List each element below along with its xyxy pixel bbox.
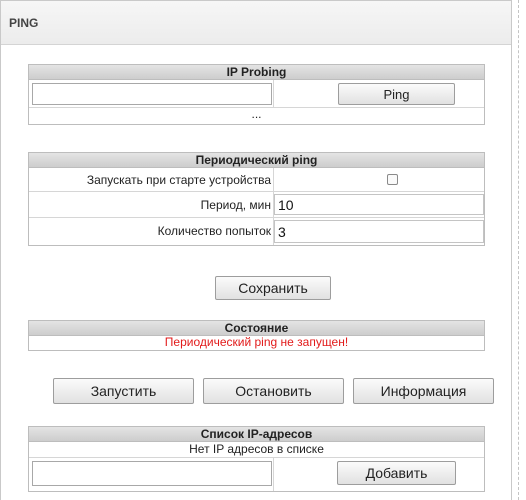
info-button[interactable]: Информация <box>353 378 494 404</box>
attempts-cell <box>273 218 484 245</box>
start-on-boot-cell <box>273 168 484 191</box>
start-on-boot-row: Запускать при старте устройства <box>29 168 484 192</box>
ip-list-header: Список IP-адресов <box>29 427 484 442</box>
ping-button[interactable]: Ping <box>338 83 455 105</box>
ip-probing-button-cell: Ping <box>273 80 484 107</box>
attempts-row: Количество попыток <box>29 218 484 245</box>
start-on-boot-label: Запускать при старте устройства <box>86 173 271 187</box>
status-text: Периодический ping не запущен! <box>164 335 349 349</box>
start-on-boot-checkbox[interactable] <box>387 174 398 185</box>
ip-probing-address-cell <box>29 80 273 107</box>
ip-probing-result-row: ... <box>29 108 484 124</box>
ip-probing-address-input[interactable] <box>32 83 272 105</box>
status-panel: Состояние Периодический ping не запущен! <box>28 320 485 351</box>
period-cell <box>273 192 484 217</box>
start-button[interactable]: Запустить <box>53 378 194 404</box>
periodic-ping-panel: Периодический ping Запускать при старте … <box>28 152 485 246</box>
attempts-input[interactable] <box>274 220 484 243</box>
attempts-label: Количество попыток <box>157 224 271 238</box>
period-input[interactable] <box>274 194 484 215</box>
page-title: PING <box>9 16 39 30</box>
divider <box>518 0 519 500</box>
save-button[interactable]: Сохранить <box>215 276 331 300</box>
period-row: Период, мин <box>29 192 484 218</box>
period-label: Период, мин <box>200 198 271 212</box>
ip-list-panel: Список IP-адресов Нет IP адресов в списк… <box>28 426 485 492</box>
ip-probing-header: IP Probing <box>29 65 484 80</box>
ip-probing-panel: IP Probing Ping ... <box>28 64 485 125</box>
add-button[interactable]: Добавить <box>337 461 456 485</box>
ip-list-empty-row: Нет IP адресов в списке <box>29 442 484 458</box>
ip-list-address-cell <box>29 458 273 491</box>
ip-probing-result: ... <box>251 107 262 121</box>
ip-list-empty-text: Нет IP адресов в списке <box>189 442 324 456</box>
status-header: Состояние <box>29 321 484 336</box>
page-header: PING <box>1 1 511 45</box>
stop-button[interactable]: Остановить <box>203 378 344 404</box>
ip-list-add-row: Добавить <box>29 458 484 491</box>
ip-list-address-input[interactable] <box>32 461 272 486</box>
ip-list-button-cell: Добавить <box>273 458 484 491</box>
ip-probing-row: Ping <box>29 80 484 108</box>
periodic-ping-header: Периодический ping <box>29 153 484 168</box>
